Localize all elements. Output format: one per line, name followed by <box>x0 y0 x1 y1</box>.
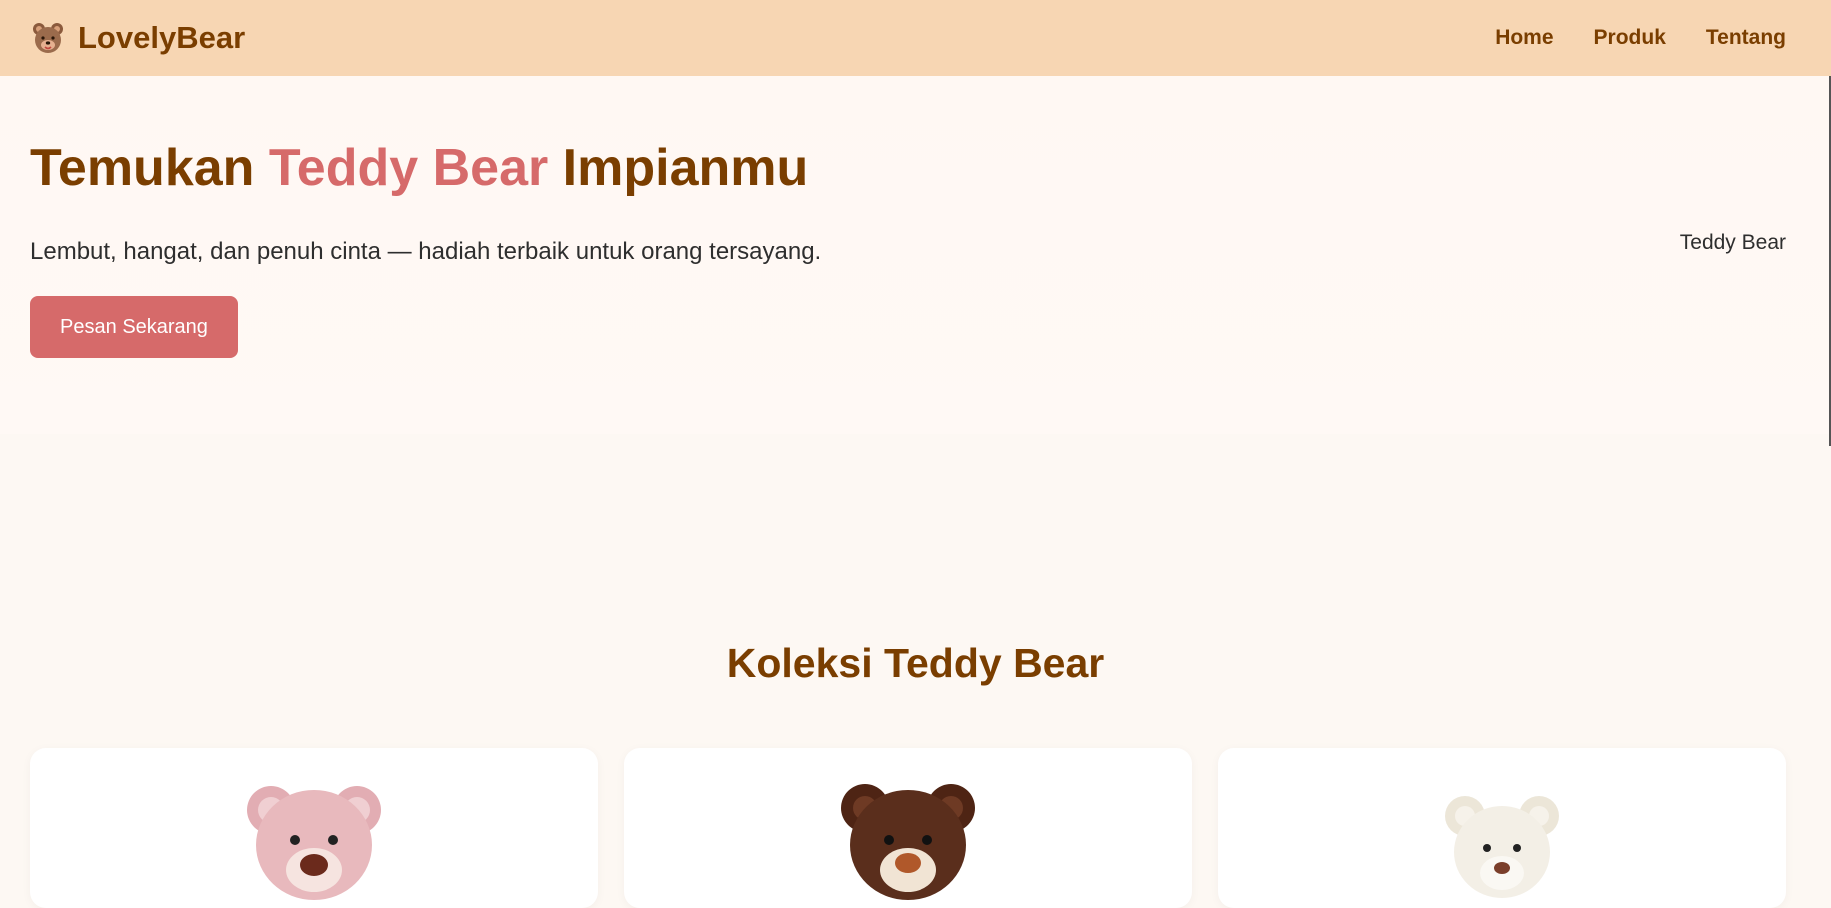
nav-home-link[interactable]: Home <box>1495 26 1553 50</box>
white-teddy-bear-image <box>1445 796 1559 898</box>
bear-face-icon <box>30 20 66 56</box>
order-now-button[interactable]: Pesan Sekarang <box>30 296 238 358</box>
product-card-brown[interactable] <box>624 748 1192 908</box>
nav-produk-link[interactable]: Produk <box>1594 26 1666 50</box>
product-card-white[interactable] <box>1218 748 1786 908</box>
product-card-pink[interactable] <box>30 748 598 908</box>
collection-title: Koleksi Teddy Bear <box>726 640 1105 686</box>
product-card-list <box>30 748 1786 908</box>
main-nav: Home Produk Tentang <box>1495 26 1786 50</box>
brand-name: LovelyBear <box>78 20 246 55</box>
hero-subtitle: Lembut, hangat, dan penuh cinta — hadiah… <box>30 238 822 265</box>
nav-tentang-link[interactable]: Tentang <box>1706 26 1786 50</box>
hero-title-part1: Temukan <box>30 139 269 197</box>
hero-section: Temukan Teddy Bear Impianmu Lembut, hang… <box>0 76 1831 446</box>
hero-image-alt: Teddy Bear <box>1679 231 1786 254</box>
hero-title-accent: Teddy Bear <box>268 139 549 197</box>
hero-title: Temukan Teddy Bear Impianmu <box>30 138 808 198</box>
brand-logo[interactable]: LovelyBear <box>30 20 245 56</box>
brown-teddy-bear-image <box>841 784 975 900</box>
pink-teddy-bear-image <box>247 786 381 900</box>
top-navbar: LovelyBear Home Produk Tentang <box>0 0 1831 76</box>
hero-title-part2: Impianmu <box>548 139 809 197</box>
